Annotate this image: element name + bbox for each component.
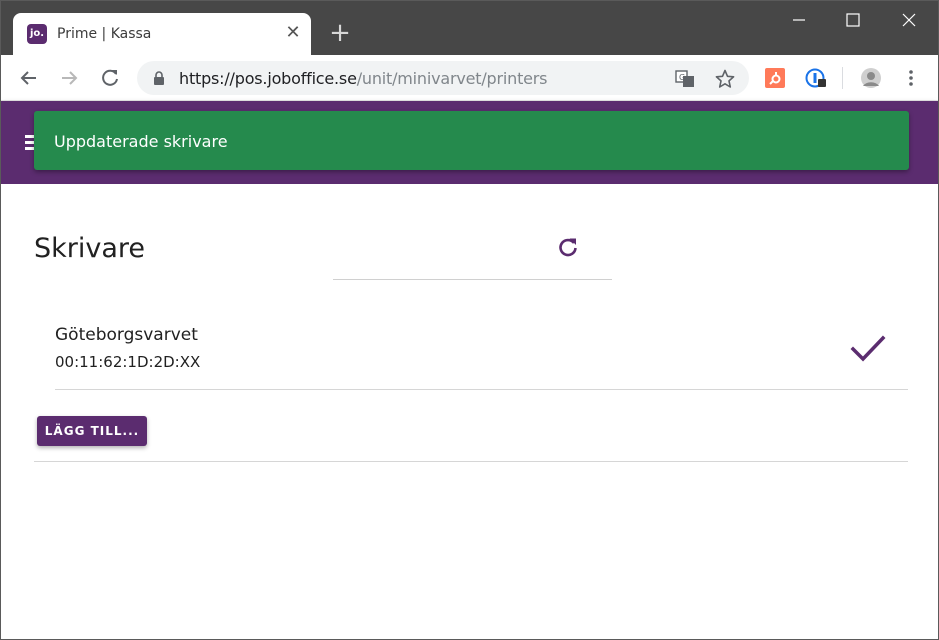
url-text: https://pos.joboffice.se/unit/minivarvet…: [179, 69, 548, 88]
new-tab-button[interactable]: +: [327, 20, 353, 47]
window-close-icon[interactable]: [895, 9, 923, 31]
toolbar-separator: [842, 67, 843, 89]
browser-tab[interactable]: jo. Prime | Kassa ✕: [13, 13, 311, 55]
address-bar[interactable]: https://pos.joboffice.se/unit/minivarvet…: [137, 61, 749, 95]
forward-arrow-icon[interactable]: [56, 65, 82, 91]
printer-list-item[interactable]: Göteborgsvarvet 00:11:62:1D:2D:XX: [55, 314, 908, 390]
checkmark-icon: [850, 335, 886, 362]
success-toast: Uppdaterade skrivare: [34, 111, 909, 170]
title-divider: [333, 279, 612, 280]
back-arrow-icon[interactable]: [16, 65, 42, 91]
refresh-icon[interactable]: [556, 235, 580, 259]
svg-text:G: G: [679, 73, 685, 82]
password-manager-extension-icon[interactable]: [805, 67, 827, 89]
url-path: /unit/minivarvet/printers: [356, 69, 548, 88]
section-divider: [34, 461, 908, 462]
app-header: Uppdaterade skrivare: [1, 101, 938, 184]
printer-name: Göteborgsvarvet: [55, 325, 198, 345]
translate-icon[interactable]: G: [674, 68, 696, 90]
browser-window: jo. Prime | Kassa ✕ + https://pos.joboff…: [0, 0, 939, 640]
browser-toolbar: https://pos.joboffice.se/unit/minivarvet…: [1, 55, 938, 101]
main-content: Skrivare Göteborgsvarvet 00:11:62:1D:2D:…: [1, 184, 938, 639]
tab-close-icon[interactable]: ✕: [283, 23, 303, 43]
minimize-icon[interactable]: [785, 9, 813, 31]
add-printer-button[interactable]: LÄGG TILL...: [37, 416, 147, 446]
page-title: Skrivare: [34, 233, 146, 264]
reload-icon[interactable]: [97, 65, 123, 91]
tab-title: Prime | Kassa: [57, 26, 152, 42]
maximize-icon[interactable]: [839, 9, 867, 31]
favicon-icon: jo.: [27, 24, 47, 44]
printer-mac-address: 00:11:62:1D:2D:XX: [55, 353, 201, 371]
profile-avatar-icon[interactable]: [860, 67, 882, 89]
toast-message: Uppdaterade skrivare: [54, 132, 228, 151]
hubspot-extension-icon[interactable]: [764, 67, 786, 89]
title-bar: jo. Prime | Kassa ✕ +: [1, 1, 938, 55]
bookmark-star-icon[interactable]: [714, 68, 736, 90]
url-host: https://pos.joboffice.se: [179, 69, 357, 88]
browser-menu-icon[interactable]: [900, 67, 922, 89]
lock-icon: [154, 71, 164, 85]
